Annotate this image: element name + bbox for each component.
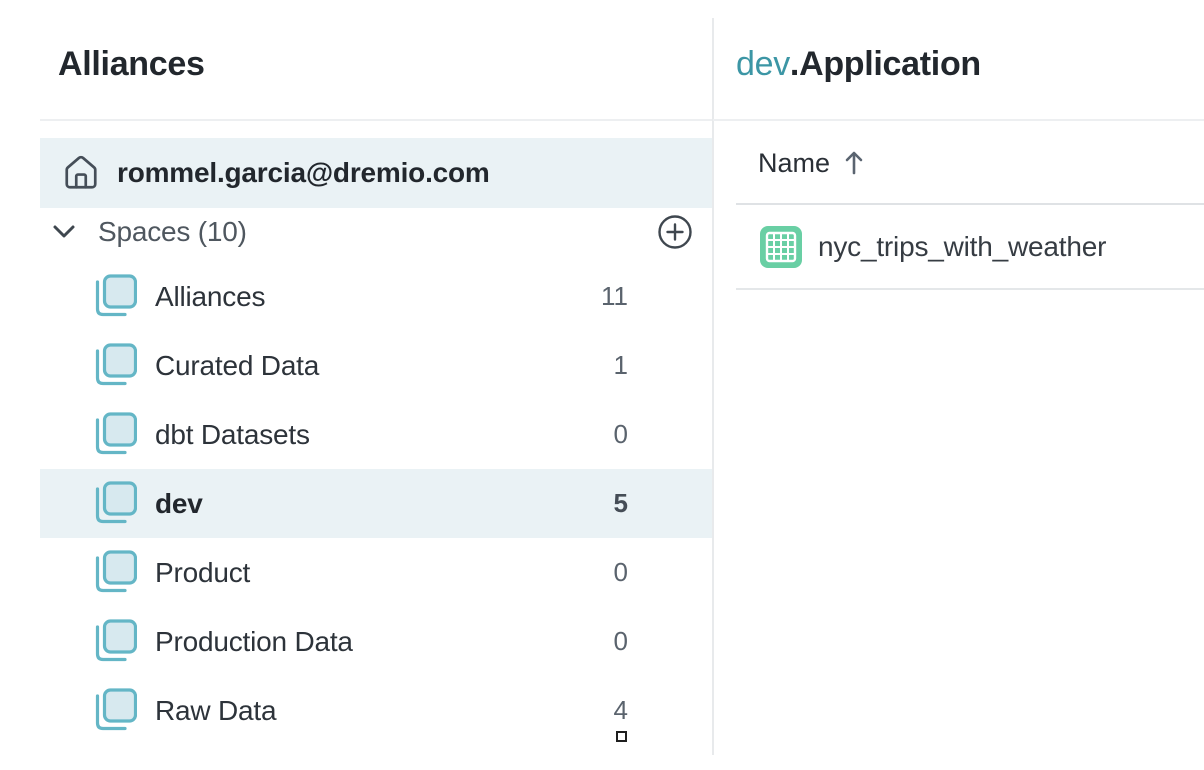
space-item-dev[interactable]: dev 5 [40, 469, 713, 538]
breadcrumb-separator: . [790, 45, 799, 83]
add-space-button[interactable] [657, 214, 693, 250]
spaces-section-label: Spaces (10) [98, 216, 247, 248]
space-item-label: Raw Data [155, 695, 276, 727]
home-icon [62, 152, 100, 194]
space-item-product[interactable]: Product 0 [40, 538, 713, 607]
name-column-label: Name [758, 148, 830, 179]
name-column-header[interactable]: Name [758, 146, 864, 180]
space-item-count: 5 [614, 469, 628, 538]
breadcrumb: dev.Application [736, 42, 981, 86]
breadcrumb-space-link[interactable]: dev [736, 45, 790, 83]
space-item-label: dbt Datasets [155, 419, 310, 451]
breadcrumb-current: Application [799, 45, 981, 83]
dataset-name: nyc_trips_with_weather [818, 231, 1106, 263]
space-item-label: Product [155, 557, 250, 589]
chevron-down-icon[interactable] [52, 224, 76, 240]
space-item-curated-data[interactable]: Curated Data 1 [40, 331, 713, 400]
table-row-divider [736, 288, 1204, 290]
space-icon [95, 274, 137, 320]
space-item-alliances[interactable]: Alliances 11 [40, 262, 713, 331]
space-item-dbt-datasets[interactable]: dbt Datasets 0 [40, 400, 713, 469]
space-item-label: Alliances [155, 281, 265, 313]
spaces-section-header[interactable]: Spaces (10) [40, 208, 713, 256]
space-icon [95, 412, 137, 458]
space-item-count: 0 [614, 607, 628, 676]
left-header-divider [40, 119, 712, 121]
dataset-row-nyc-trips-with-weather[interactable]: nyc_trips_with_weather [736, 205, 1204, 289]
space-icon [95, 481, 137, 527]
space-item-production-data[interactable]: Production Data 0 [40, 607, 713, 676]
space-item-label: Production Data [155, 626, 353, 658]
space-icon [95, 343, 137, 389]
dataset-table-icon [760, 226, 802, 268]
space-item-count: 0 [614, 538, 628, 607]
space-icon [95, 688, 137, 734]
space-item-count: 0 [614, 400, 628, 469]
space-item-count: 1 [614, 331, 628, 400]
sort-ascending-icon [844, 149, 864, 177]
space-item-raw-data[interactable]: Raw Data 4 [40, 676, 713, 745]
cursor-artifact-square [616, 731, 627, 742]
space-icon [95, 619, 137, 665]
left-panel-title: Alliances [58, 42, 205, 86]
right-header-divider [713, 119, 1204, 121]
space-item-count: 11 [601, 262, 628, 331]
panel-divider [712, 18, 714, 755]
home-space-row[interactable]: rommel.garcia@dremio.com [40, 138, 713, 208]
space-item-label: Curated Data [155, 350, 319, 382]
space-item-label: dev [155, 488, 203, 520]
space-icon [95, 550, 137, 596]
home-space-label: rommel.garcia@dremio.com [117, 157, 490, 189]
